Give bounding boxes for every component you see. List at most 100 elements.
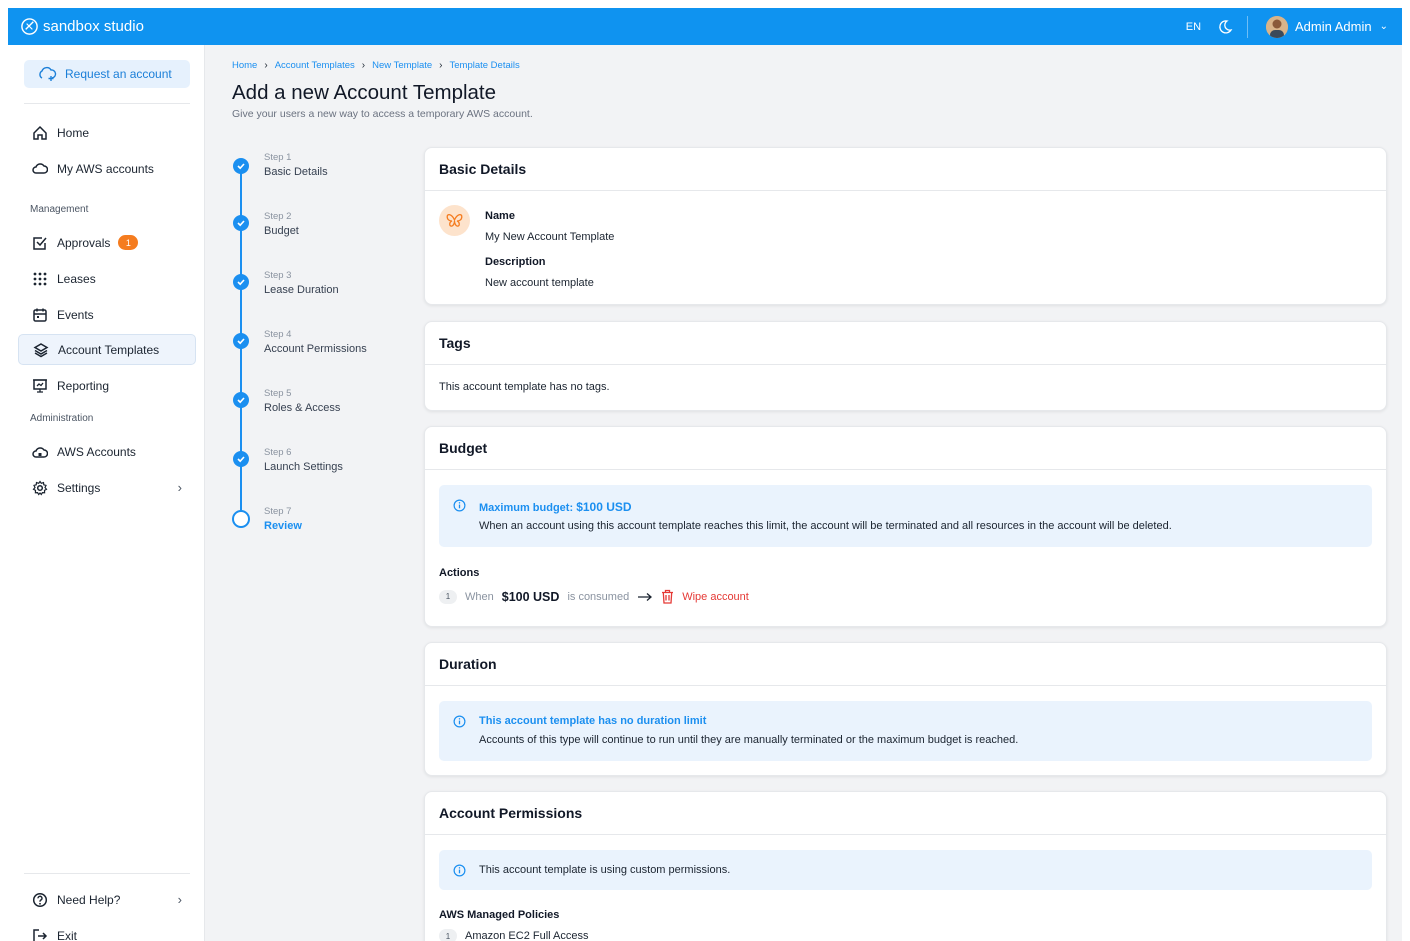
sidebar-item-aws-accounts[interactable]: AWS Accounts	[18, 436, 196, 467]
cloud-icon	[32, 162, 48, 174]
action-consumed: is consumed	[567, 590, 630, 603]
sidebar-item-need-help[interactable]: Need Help? ›	[18, 884, 196, 915]
sidebar-item-label: Approvals	[57, 235, 111, 250]
checkbox-icon	[33, 236, 47, 250]
trash-icon	[662, 589, 674, 604]
policy-name: Amazon EC2 Full Access	[465, 930, 589, 941]
sidebar-item-settings[interactable]: Settings ›	[18, 472, 196, 503]
step-check-icon[interactable]	[233, 333, 249, 349]
tags-card: Tags This account template has no tags.	[424, 321, 1387, 411]
budget-card: Budget Maximum budget: $100 USD When an …	[424, 426, 1387, 627]
user-menu[interactable]: Admin Admin	[1295, 19, 1372, 34]
app-window: sandbox studio EN Admin Admin ⌄ Request …	[8, 8, 1402, 941]
step-check-icon[interactable]	[233, 392, 249, 408]
budget-info-box: Maximum budget: $100 USD When an account…	[439, 485, 1372, 547]
step-label[interactable]: Account Permissions	[264, 343, 367, 355]
policy-index: 1	[439, 929, 457, 941]
step-check-icon[interactable]	[233, 215, 249, 231]
calendar-icon	[33, 308, 47, 322]
grid-dots-icon	[33, 272, 47, 285]
name-value: My New Account Template	[485, 231, 615, 243]
step-number: Step 6	[264, 447, 292, 458]
step-label[interactable]: Review	[264, 520, 302, 532]
dark-mode-icon[interactable]	[1217, 19, 1233, 35]
butterfly-icon	[446, 213, 463, 227]
sidebar-item-label: Settings	[57, 480, 101, 495]
app-logo[interactable]: sandbox studio	[20, 17, 144, 36]
step-current-icon[interactable]	[232, 510, 250, 528]
app-name: sandbox studio	[43, 18, 144, 35]
name-label: Name	[485, 210, 515, 222]
card-title: Account Permissions	[425, 792, 1386, 835]
info-icon	[453, 715, 466, 728]
step-check-icon[interactable]	[233, 451, 249, 467]
step-number: Step 2	[264, 211, 292, 222]
sidebar-item-label: Home	[57, 125, 90, 140]
step-check-icon[interactable]	[233, 158, 249, 174]
step-number: Step 5	[264, 388, 292, 399]
duration-info-text: Accounts of this type will continue to r…	[479, 734, 1019, 746]
page-title: Add a new Account Template	[232, 81, 497, 104]
duration-info-title: This account template has no duration li…	[479, 715, 707, 727]
breadcrumb-template-details[interactable]: Template Details	[450, 60, 520, 71]
breadcrumb-account-templates[interactable]: Account Templates	[275, 60, 355, 71]
sidebar-item-home[interactable]: Home	[18, 117, 196, 148]
sidebar-item-label: My AWS accounts	[57, 161, 154, 176]
duration-info-box: This account template has no duration li…	[439, 701, 1372, 761]
description-value: New account template	[485, 277, 594, 289]
step-label[interactable]: Lease Duration	[264, 284, 339, 296]
user-avatar-icon	[1266, 15, 1289, 38]
sidebar-item-exit[interactable]: Exit	[18, 920, 196, 941]
step-label[interactable]: Launch Settings	[264, 461, 343, 473]
action-result: Wipe account	[682, 590, 749, 603]
breadcrumb-new-template[interactable]: New Template	[372, 60, 432, 71]
top-bar: sandbox studio EN Admin Admin ⌄	[8, 8, 1402, 45]
card-title: Duration	[425, 643, 1386, 686]
divider	[24, 103, 190, 104]
sidebar-item-label: Events	[57, 307, 94, 322]
basic-details-card: Basic Details Name My New Account Templa…	[424, 147, 1387, 305]
account-permissions-card: Account Permissions This account templat…	[424, 791, 1387, 941]
step-check-icon[interactable]	[233, 274, 249, 290]
chevron-down-icon[interactable]: ⌄	[1380, 21, 1388, 32]
language-selector[interactable]: EN	[1186, 21, 1201, 33]
sidebar-item-leases[interactable]: Leases	[18, 263, 196, 294]
sidebar-item-account-templates[interactable]: Account Templates	[18, 334, 196, 365]
step-number: Step 3	[264, 270, 292, 281]
budget-action-row: 1 When $100 USD is consumed Wipe account	[439, 589, 749, 604]
budget-info-prefix: Maximum budget:	[479, 502, 574, 514]
help-circle-icon	[32, 892, 48, 907]
logo-icon	[21, 18, 38, 35]
avatar[interactable]	[1266, 15, 1289, 38]
step-label[interactable]: Budget	[264, 225, 299, 237]
duration-card: Duration This account template has no du…	[424, 642, 1387, 776]
step-number: Step 4	[264, 329, 292, 340]
info-icon	[453, 864, 466, 877]
sidebar-item-approvals[interactable]: Approvals 1	[18, 227, 196, 258]
permissions-info-text: This account template is using custom pe…	[479, 864, 731, 876]
step-number: Step 7	[264, 506, 292, 517]
section-administration: Administration	[30, 413, 94, 424]
sidebar: Request an account Home My AWS accounts …	[8, 45, 205, 941]
budget-info-title: Maximum budget: $100 USD	[479, 500, 632, 514]
budget-info-text: When an account using this account templ…	[479, 520, 1172, 532]
sidebar-item-my-aws-accounts[interactable]: My AWS accounts	[18, 153, 196, 184]
sidebar-item-reporting[interactable]: Reporting	[18, 370, 196, 401]
actions-label: Actions	[439, 567, 480, 579]
request-account-label: Request an account	[65, 67, 172, 81]
step-label[interactable]: Basic Details	[264, 166, 328, 178]
permissions-info-box: This account template is using custom pe…	[439, 850, 1372, 890]
exit-icon	[33, 928, 48, 941]
sidebar-item-label: Exit	[57, 928, 78, 941]
sidebar-item-events[interactable]: Events	[18, 299, 196, 330]
step-label[interactable]: Roles & Access	[264, 402, 340, 414]
chevron-right-icon: ›	[177, 480, 182, 495]
home-icon	[33, 125, 47, 140]
breadcrumb: Home › Account Templates › New Template …	[232, 60, 520, 71]
card-title: Tags	[425, 322, 1386, 365]
tags-empty-text: This account template has no tags.	[439, 381, 610, 393]
breadcrumb-home[interactable]: Home	[232, 60, 257, 71]
budget-info-amount: $100 USD	[576, 500, 632, 514]
sidebar-item-label: Reporting	[57, 378, 110, 393]
request-account-button[interactable]: Request an account	[24, 60, 190, 88]
